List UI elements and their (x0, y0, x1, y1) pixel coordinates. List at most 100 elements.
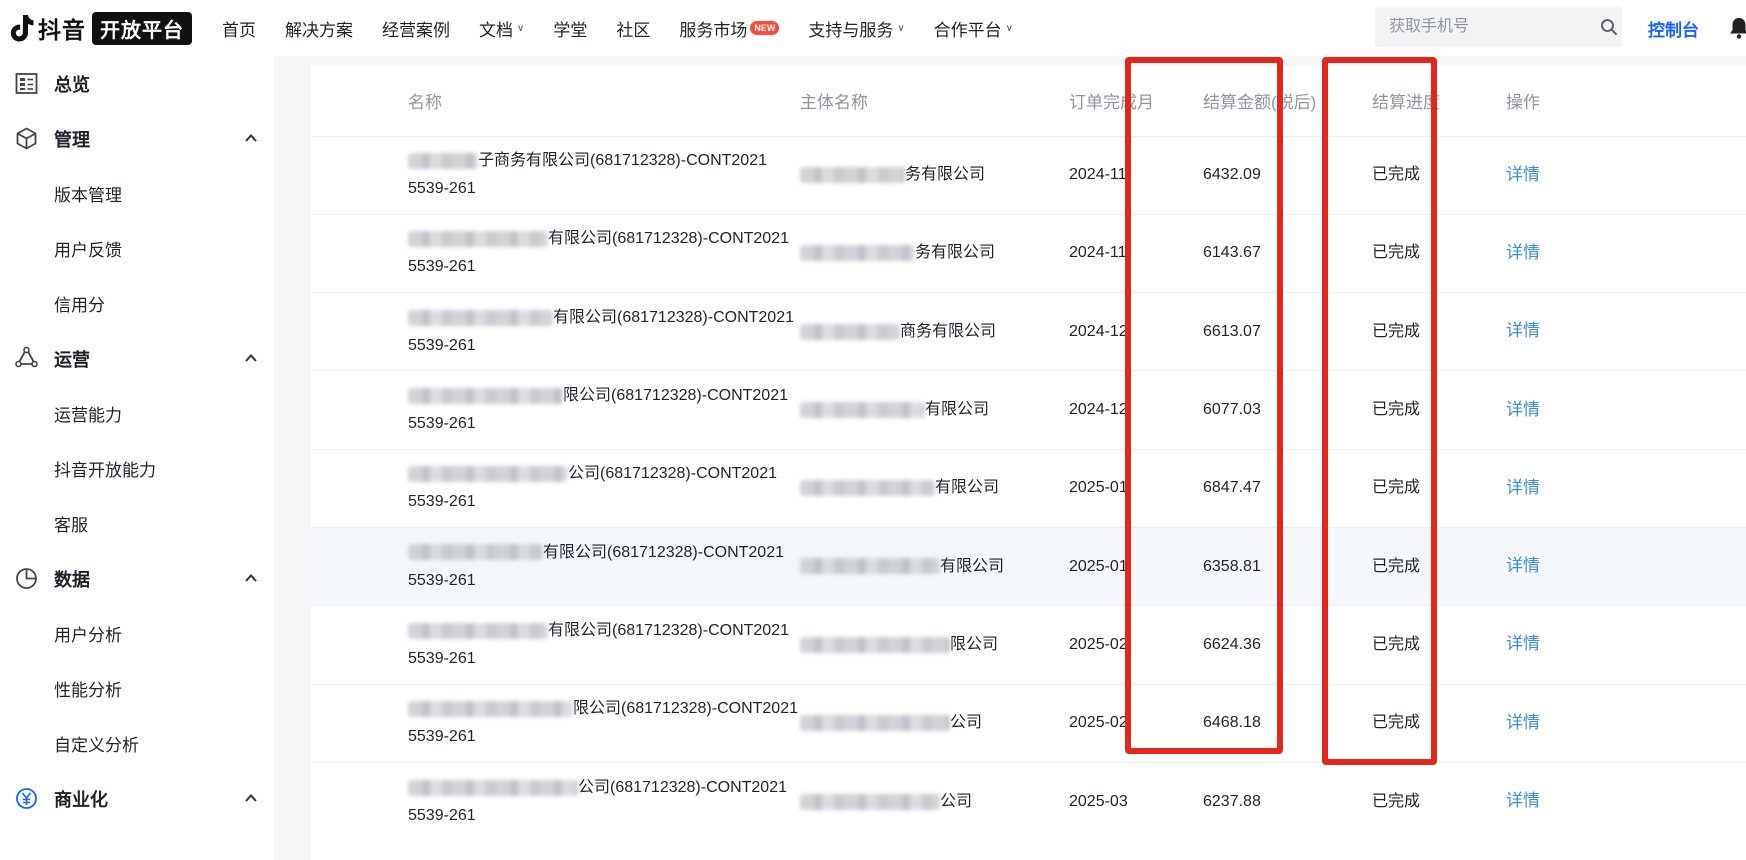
cell-action: 详情 (1506, 370, 1746, 450)
entity-visible-text: 公司 (940, 792, 973, 810)
name-line-2: 5539-261 (408, 493, 476, 511)
nav-item[interactable]: 经营案例 (382, 16, 450, 41)
cell-entity: 商务有限公司 (800, 292, 1069, 371)
sidebar-item-custom-analysis[interactable]: 自定义分析 (0, 716, 275, 771)
cell-order-month: 2025-01 (1069, 448, 1203, 528)
sidebar-item-performance-analysis[interactable]: 性能分析 (0, 661, 275, 716)
cell-order-month: 2025-03 (1069, 761, 1203, 841)
cell-entity: 务有限公司 (800, 213, 1069, 293)
nav-item-label: 支持与服务 (808, 20, 894, 40)
sidebar-group-label: 商业化 (54, 789, 108, 810)
chevron-up-icon[interactable] (244, 131, 258, 145)
table-row[interactable]: 限公司(681712328)-CONT2021 5539-261 有限公司 2024-… (311, 370, 1746, 450)
douyin-open-platform-logo[interactable]: 抖音 开放平台 (8, 0, 192, 56)
console-link[interactable]: 控制台 (1648, 16, 1699, 41)
nav-item[interactable]: 服务市场 NEW (679, 16, 780, 41)
nav-item[interactable]: 学堂 (553, 16, 587, 41)
detail-link[interactable]: 详情 (1506, 478, 1540, 497)
cell-action: 详情 (1506, 605, 1746, 685)
new-badge: NEW (750, 21, 780, 35)
name-line-1: 限公司(681712328)-CONT2021 (408, 382, 800, 410)
cell-name: 公司(681712328)-CONT2021 5539-261 (311, 448, 800, 528)
name-visible-text: 限公司(681712328)-CONT2021 (563, 387, 788, 405)
table-header-row: 名称 主体名称 订单完成月 结算金额(税后) 结算进度 操作 (311, 66, 1746, 136)
bell-icon[interactable] (1728, 16, 1746, 40)
cell-name: 有限公司(681712328)-CONT2021 5539-261 (311, 605, 800, 685)
cell-settlement-amount: 6432.09 (1203, 135, 1372, 215)
cell-order-month: 2024-11 (1069, 135, 1203, 215)
sidebar-item-user-analysis[interactable]: 用户分析 (0, 606, 275, 661)
chevron-up-icon[interactable] (244, 791, 258, 805)
sidebar-item-credit-score[interactable]: 信用分 (0, 276, 275, 331)
cell-action: 详情 (1506, 448, 1746, 528)
name-line-2: 5539-261 (408, 649, 476, 667)
sidebar-group-manage[interactable]: 管理 (0, 111, 275, 166)
search-input[interactable] (1375, 7, 1596, 47)
sidebar-group-data[interactable]: 数据 (0, 551, 275, 606)
cell-action: 详情 (1506, 135, 1746, 215)
redacted-blur (800, 636, 950, 653)
name-line-1: 限公司(681712328)-CONT2021 (408, 695, 800, 723)
cell-action: 详情 (1506, 683, 1746, 763)
sidebar: 总览 管理 版本管理 用户反馈 信用分 运营 运营能力 抖音开放能力 客服 数据… (0, 56, 276, 860)
table-row[interactable]: 公司(681712328)-CONT2021 5539-261 有限公司 2025-0… (311, 448, 1746, 528)
column-header-entity: 主体名称 (800, 93, 868, 113)
nav-item[interactable]: 首页 (222, 16, 256, 41)
sidebar-item-operation-ability[interactable]: 运营能力 (0, 386, 275, 441)
cell-settlement-amount: 6237.88 (1203, 761, 1372, 841)
table-row[interactable]: 有限公司(681712328)-CONT2021 5539-261 务有限公司 202… (311, 213, 1746, 293)
cell-entity: 有限公司 (800, 370, 1069, 450)
nav-item[interactable]: 合作平台 ∨ (934, 16, 1013, 41)
detail-link[interactable]: 详情 (1506, 634, 1540, 653)
cell-settlement-amount: 6468.18 (1203, 683, 1372, 763)
chevron-up-icon[interactable] (244, 351, 258, 365)
name-line-2: 5539-261 (408, 806, 476, 824)
table-row[interactable]: 公司(681712328)-CONT2021 5539-261 公司 2025-03 6… (311, 761, 1746, 841)
chevron-up-icon[interactable] (244, 571, 258, 585)
redacted-blur (408, 779, 578, 796)
detail-link[interactable]: 详情 (1506, 556, 1540, 575)
cell-action: 详情 (1506, 761, 1746, 841)
sidebar-item-douyin-open-ability[interactable]: 抖音开放能力 (0, 441, 275, 496)
sidebar-group-monetization[interactable]: 商业化 (0, 771, 275, 826)
name-visible-text: 有限公司(681712328)-CONT2021 (553, 308, 794, 326)
nav-item[interactable]: 文档 ∨ (479, 16, 524, 41)
cell-action: 详情 (1506, 526, 1746, 606)
cell-settlement-amount: 6077.03 (1203, 370, 1372, 450)
chevron-down-icon: ∨ (897, 22, 905, 34)
name-line-2: 5539-261 (408, 728, 476, 746)
table-row[interactable]: 限公司(681712328)-CONT2021 5539-261 公司 2025-02… (311, 683, 1746, 763)
cell-entity: 务有限公司 (800, 135, 1069, 215)
name-line-2: 5539-261 (408, 258, 476, 276)
detail-link[interactable]: 详情 (1506, 165, 1540, 184)
nav-item[interactable]: 社区 (616, 16, 650, 41)
search-box (1375, 7, 1622, 47)
detail-link[interactable]: 详情 (1506, 791, 1540, 810)
nav-item[interactable]: 解决方案 (285, 16, 353, 41)
detail-link[interactable]: 详情 (1506, 400, 1540, 419)
nav-item[interactable]: 支持与服务 ∨ (808, 16, 904, 41)
table-row[interactable]: 有限公司(681712328)-CONT2021 5539-261 限公司 2025-… (311, 605, 1746, 685)
column-header-action: 操作 (1506, 93, 1540, 113)
table-row[interactable]: 有限公司(681712328)-CONT2021 5539-261 商务有限公司 20… (311, 292, 1746, 371)
entity-visible-text: 商务有限公司 (900, 322, 997, 340)
detail-link[interactable]: 详情 (1506, 243, 1540, 262)
logo-pill: 开放平台 (92, 11, 192, 45)
detail-link[interactable]: 详情 (1506, 321, 1540, 340)
cell-settlement-amount: 6358.81 (1203, 526, 1372, 606)
sidebar-item-version-manage[interactable]: 版本管理 (0, 166, 275, 221)
sidebar-item-customer-service[interactable]: 客服 (0, 496, 275, 551)
cell-order-month: 2025-01 (1069, 526, 1203, 606)
sidebar-item-user-feedback[interactable]: 用户反馈 (0, 221, 275, 276)
name-line-1: 有限公司(681712328)-CONT2021 (408, 617, 800, 645)
table-row[interactable]: 子商务有限公司(681712328)-CONT2021 5539-261 务有限公司… (311, 135, 1746, 215)
name-visible-text: 限公司(681712328)-CONT2021 (573, 700, 798, 718)
sidebar-group-overview[interactable]: 总览 (0, 56, 275, 111)
sidebar-group-operations[interactable]: 运营 (0, 331, 275, 386)
detail-link[interactable]: 详情 (1506, 713, 1540, 732)
name-line-1: 公司(681712328)-CONT2021 (408, 460, 800, 488)
redacted-blur (800, 714, 950, 731)
table-row[interactable]: 有限公司(681712328)-CONT2021 5539-261 有限公司 2025… (311, 526, 1746, 606)
cell-order-month: 2025-02 (1069, 683, 1203, 763)
search-icon[interactable] (1596, 7, 1622, 47)
